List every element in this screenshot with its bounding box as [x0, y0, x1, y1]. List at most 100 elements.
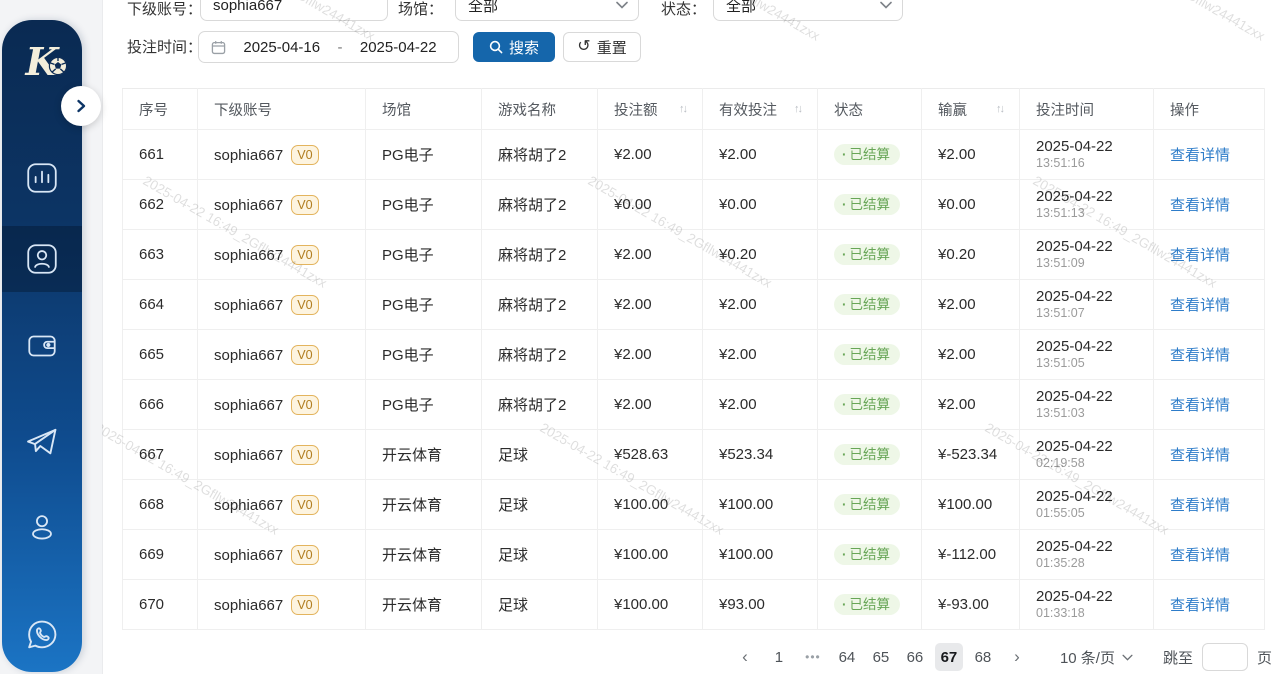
pagination-next-button[interactable]: › [1003, 643, 1031, 671]
venue-filter-label: 场馆： [398, 0, 443, 26]
date-to-value[interactable]: 2025-04-22 [351, 39, 447, 56]
cell-win-loss: ¥2.00 [922, 380, 1020, 430]
cell-game: 麻将胡了2 [482, 330, 598, 380]
status-select[interactable]: 全部 [713, 0, 903, 21]
cell-status: ·已结算 [818, 580, 922, 630]
venue-select[interactable]: 全部 [455, 0, 639, 21]
calendar-icon [211, 40, 226, 55]
sidebar-expand-button[interactable] [61, 86, 101, 126]
view-details-link[interactable]: 查看详情 [1170, 197, 1230, 214]
cell-game: 麻将胡了2 [482, 130, 598, 180]
cell-bet-amount: ¥2.00 [598, 380, 703, 430]
vip-level-badge: V0 [291, 545, 318, 565]
pagination-page-65[interactable]: 65 [867, 643, 895, 671]
view-details-link[interactable]: 查看详情 [1170, 147, 1230, 164]
column-label: 状态 [834, 99, 863, 120]
cell-account: sophia667V0 [198, 230, 366, 280]
sort-icon[interactable]: ↑↓ [679, 103, 688, 115]
jump-page-input[interactable] [1202, 643, 1248, 671]
user-icon [24, 509, 60, 545]
search-button[interactable]: 搜索 [473, 32, 555, 62]
date-range-picker[interactable]: 2025-04-16 - 2025-04-22 [198, 31, 459, 63]
reset-button[interactable]: ↺ 重置 [563, 32, 641, 62]
cell-venue: 开云体育 [366, 480, 482, 530]
pagination-page-66[interactable]: 66 [901, 643, 929, 671]
cell-status: ·已结算 [818, 230, 922, 280]
date-from-value[interactable]: 2025-04-16 [234, 39, 330, 56]
cell-valid-bet: ¥93.00 [703, 580, 818, 630]
cell-index: 670 [123, 580, 198, 630]
cell-venue: 开云体育 [366, 430, 482, 480]
cell-action: 查看详情 [1154, 480, 1265, 530]
sort-icon[interactable]: ↑↓ [996, 103, 1005, 115]
account-filter-label: 下级账号： [127, 0, 202, 26]
column-header-valid[interactable]: 有效投注↑↓ [703, 89, 818, 130]
column-header-bet[interactable]: 投注额↑↓ [598, 89, 703, 130]
cell-status: ·已结算 [818, 430, 922, 480]
table-header-row: 序号下级账号场馆游戏名称投注额↑↓有效投注↑↓状态输赢↑↓投注时间操作 [123, 89, 1265, 130]
view-details-link[interactable]: 查看详情 [1170, 347, 1230, 364]
cell-valid-bet: ¥0.20 [703, 230, 818, 280]
table-row: 663 sophia667V0 PG电子 麻将胡了2 ¥2.00 ¥0.20 ·… [123, 230, 1265, 280]
cell-game: 麻将胡了2 [482, 180, 598, 230]
pagination-page-1[interactable]: 1 [765, 643, 793, 671]
cell-venue: PG电子 [366, 380, 482, 430]
cell-venue: PG电子 [366, 230, 482, 280]
cell-win-loss: ¥0.00 [922, 180, 1020, 230]
sort-icon[interactable]: ↑↓ [794, 103, 803, 115]
status-badge: ·已结算 [834, 294, 900, 316]
cell-win-loss: ¥100.00 [922, 480, 1020, 530]
jump-label: 跳至 [1163, 647, 1193, 668]
view-details-link[interactable]: 查看详情 [1170, 497, 1230, 514]
cell-bet-amount: ¥528.63 [598, 430, 703, 480]
pagination-page-68[interactable]: 68 [969, 643, 997, 671]
cell-status: ·已结算 [818, 380, 922, 430]
cell-game: 麻将胡了2 [482, 230, 598, 280]
cell-valid-bet: ¥2.00 [703, 380, 818, 430]
sidebar-item-whatsapp[interactable] [2, 602, 82, 668]
sidebar-item-profile[interactable] [2, 494, 82, 560]
view-details-link[interactable]: 查看详情 [1170, 297, 1230, 314]
column-header-win[interactable]: 输赢↑↓ [922, 89, 1020, 130]
cell-index: 666 [123, 380, 198, 430]
sidebar-item-telegram[interactable] [2, 408, 82, 474]
pagination-prev-button[interactable]: ‹ [731, 643, 759, 671]
sidebar-item-wallet[interactable] [2, 313, 82, 379]
view-details-link[interactable]: 查看详情 [1170, 247, 1230, 264]
cell-index: 668 [123, 480, 198, 530]
date-range-separator: - [338, 39, 343, 56]
view-details-link[interactable]: 查看详情 [1170, 597, 1230, 614]
view-details-link[interactable]: 查看详情 [1170, 547, 1230, 564]
cell-action: 查看详情 [1154, 230, 1265, 280]
cell-win-loss: ¥-93.00 [922, 580, 1020, 630]
view-details-link[interactable]: 查看详情 [1170, 397, 1230, 414]
account-search-input[interactable]: sophia667 [200, 0, 388, 21]
status-badge: ·已结算 [834, 494, 900, 516]
cell-index: 665 [123, 330, 198, 380]
table-row: 668 sophia667V0 开云体育 足球 ¥100.00 ¥100.00 … [123, 480, 1265, 530]
column-label: 场馆 [382, 99, 411, 120]
status-badge: ·已结算 [834, 194, 900, 216]
page-size-select[interactable]: 10 条/页 [1060, 647, 1133, 668]
cell-valid-bet: ¥0.00 [703, 180, 818, 230]
vip-level-badge: V0 [291, 295, 318, 315]
cell-venue: 开云体育 [366, 580, 482, 630]
sidebar-item-reports[interactable] [2, 145, 82, 211]
status-filter-label: 状态： [661, 0, 706, 26]
cell-bet-time: 2025-04-2201:35:28 [1020, 530, 1154, 580]
cell-action: 查看详情 [1154, 330, 1265, 380]
status-badge: ·已结算 [834, 344, 900, 366]
view-details-link[interactable]: 查看详情 [1170, 447, 1230, 464]
account-name: sophia667 [214, 347, 283, 364]
pagination-page-67[interactable]: 67 [935, 643, 963, 671]
cell-index: 664 [123, 280, 198, 330]
cell-account: sophia667V0 [198, 480, 366, 530]
sidebar-item-members[interactable] [2, 226, 82, 292]
pagination-page-64[interactable]: 64 [833, 643, 861, 671]
cell-valid-bet: ¥100.00 [703, 480, 818, 530]
cell-venue: PG电子 [366, 130, 482, 180]
cell-action: 查看详情 [1154, 280, 1265, 330]
cell-status: ·已结算 [818, 180, 922, 230]
cell-game: 麻将胡了2 [482, 380, 598, 430]
cell-action: 查看详情 [1154, 130, 1265, 180]
